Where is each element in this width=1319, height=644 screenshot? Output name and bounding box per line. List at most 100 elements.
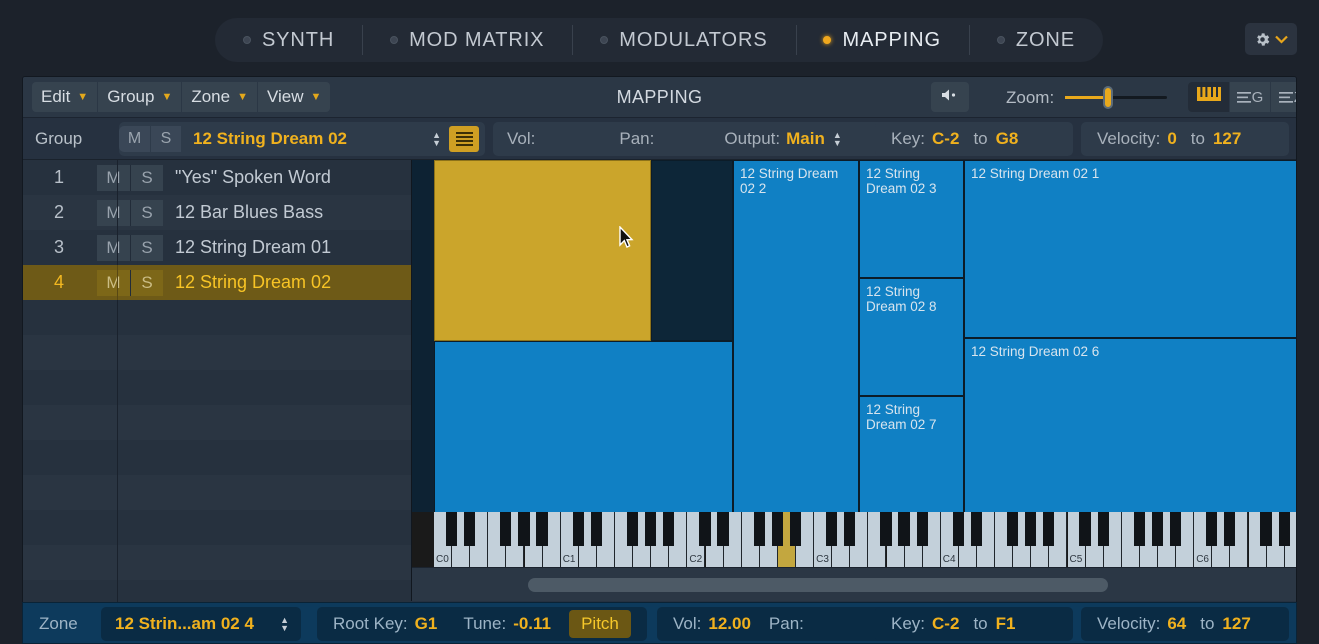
zone-name-field[interactable]: 12 Strin...am 02 4 ▲▼: [101, 607, 301, 641]
zone-rect[interactable]: 12 String Dream 02 8: [859, 278, 964, 396]
group-row-empty[interactable]: [23, 335, 411, 370]
group-mix-field[interactable]: Vol: Pan: Output: Main ▲▼: [493, 122, 889, 156]
group-velocity-range-field[interactable]: Velocity: 0 to 127: [1081, 122, 1289, 156]
group-row-empty[interactable]: [23, 300, 411, 335]
tab-mapping[interactable]: MAPPING: [796, 18, 969, 62]
group-list-view-button[interactable]: G: [1229, 82, 1270, 112]
piano-black-key[interactable]: [772, 512, 783, 546]
piano-black-key[interactable]: [717, 512, 728, 546]
piano-black-key[interactable]: [1279, 512, 1290, 546]
piano-black-key[interactable]: [898, 512, 909, 546]
piano-black-key[interactable]: [663, 512, 674, 546]
piano-black-key[interactable]: [573, 512, 584, 546]
group-row[interactable]: 1MS"Yes" Spoken Word: [23, 160, 411, 195]
piano-black-key[interactable]: [790, 512, 801, 546]
piano-black-key[interactable]: [1043, 512, 1054, 546]
piano-black-key[interactable]: [1134, 512, 1145, 546]
zone-rect[interactable]: 12 String Dream 02 1: [964, 160, 1296, 338]
zone-list-view-button[interactable]: Z: [1270, 82, 1297, 112]
group-row[interactable]: 3MS12 String Dream 01: [23, 230, 411, 265]
piano-black-key[interactable]: [536, 512, 547, 546]
piano-black-key[interactable]: [1098, 512, 1109, 546]
group-key-low[interactable]: C-2: [932, 129, 959, 149]
root-key-value[interactable]: G1: [415, 614, 438, 634]
group-row-empty[interactable]: [23, 475, 411, 510]
zone-rect[interactable]: 12 String Dream 02 6: [964, 338, 1296, 522]
piano-black-key[interactable]: [699, 512, 710, 546]
piano-black-key[interactable]: [1260, 512, 1271, 546]
group-velocity-low[interactable]: 0: [1167, 129, 1176, 149]
group-key-high[interactable]: G8: [996, 129, 1019, 149]
zone-rect[interactable]: 12 String Dream 02 7: [859, 396, 964, 522]
group-row-mute-button[interactable]: M: [97, 200, 130, 226]
zone-rect[interactable]: [434, 341, 733, 522]
piano-keyboard[interactable]: C0C1C2C3C4C5C6: [412, 512, 1296, 567]
group-row-empty[interactable]: [23, 440, 411, 475]
group-list-button[interactable]: [449, 126, 479, 152]
zone-velocity-low[interactable]: 64: [1167, 614, 1186, 634]
group-name-stepper[interactable]: ▲▼: [432, 131, 441, 147]
group-name-field[interactable]: M S 12 String Dream 02 ▲▼: [119, 122, 485, 156]
group-row-empty[interactable]: [23, 405, 411, 440]
horizontal-scrollbar[interactable]: [412, 567, 1296, 601]
piano-black-key[interactable]: [953, 512, 964, 546]
zone-rect[interactable]: 12 String Dream 02 2: [733, 160, 859, 522]
piano-black-key[interactable]: [518, 512, 529, 546]
group-solo-button[interactable]: S: [150, 126, 181, 152]
zone-velocity-high[interactable]: 127: [1222, 614, 1250, 634]
group-row-mute-button[interactable]: M: [97, 270, 130, 296]
group-row-solo-button[interactable]: S: [130, 165, 163, 191]
piano-black-key[interactable]: [1079, 512, 1090, 546]
piano-black-key[interactable]: [971, 512, 982, 546]
tune-value[interactable]: -0.11: [513, 614, 551, 634]
zone-rect[interactable]: 12 String Dream 02 3: [859, 160, 964, 278]
piano-black-key[interactable]: [591, 512, 602, 546]
group-row-mute-button[interactable]: M: [97, 235, 130, 261]
piano-black-key[interactable]: [1025, 512, 1036, 546]
piano-black-key[interactable]: [1007, 512, 1018, 546]
group-row[interactable]: 2MS12 Bar Blues Bass: [23, 195, 411, 230]
zone-vol-value[interactable]: 12.00: [708, 614, 751, 634]
tab-zone[interactable]: ZONE: [969, 18, 1103, 62]
zone-rect[interactable]: [651, 160, 733, 341]
piano-black-key[interactable]: [1224, 512, 1235, 546]
piano-black-key[interactable]: [627, 512, 638, 546]
zone-velocity-range-field[interactable]: Velocity: 64 to 127: [1081, 607, 1289, 641]
group-mute-button[interactable]: M: [119, 126, 150, 152]
piano-black-key[interactable]: [844, 512, 855, 546]
keyboard-view-button[interactable]: [1188, 82, 1229, 112]
group-row[interactable]: 4MS12 String Dream 02: [23, 265, 411, 300]
tab-mod-matrix[interactable]: MOD MATRIX: [362, 18, 572, 62]
zoom-slider[interactable]: [1065, 96, 1167, 99]
zone-key-range-field[interactable]: Key: C-2 to F1: [875, 607, 1073, 641]
zoom-slider-knob[interactable]: [1103, 86, 1113, 109]
zone-root-tune-field[interactable]: Root Key: G1 Tune: -0.11 Pitch: [317, 607, 647, 641]
piano-black-key[interactable]: [826, 512, 837, 546]
pitch-toggle-button[interactable]: Pitch: [569, 610, 631, 638]
piano-black-key[interactable]: [1206, 512, 1217, 546]
group-row-empty[interactable]: [23, 370, 411, 405]
tab-modulators[interactable]: MODULATORS: [572, 18, 795, 62]
group-row-empty[interactable]: [23, 545, 411, 580]
group-row-mute-button[interactable]: M: [97, 165, 130, 191]
piano-black-key[interactable]: [446, 512, 457, 546]
piano-black-key[interactable]: [1152, 512, 1163, 546]
zone-key-low[interactable]: C-2: [932, 614, 959, 634]
group-row-empty[interactable]: [23, 510, 411, 545]
tab-synth[interactable]: SYNTH: [215, 18, 362, 62]
zone-name-stepper[interactable]: ▲▼: [280, 616, 289, 632]
piano-black-key[interactable]: [645, 512, 656, 546]
group-row-solo-button[interactable]: S: [130, 270, 163, 296]
piano-black-key[interactable]: [754, 512, 765, 546]
piano-black-key[interactable]: [500, 512, 511, 546]
piano-black-key[interactable]: [1170, 512, 1181, 546]
scrollbar-thumb[interactable]: [528, 578, 1108, 592]
zone-mix-field[interactable]: Vol: 12.00 Pan:: [657, 607, 887, 641]
group-velocity-high[interactable]: 127: [1213, 129, 1241, 149]
settings-gear-button[interactable]: [1245, 23, 1297, 55]
zone-key-high[interactable]: F1: [996, 614, 1016, 634]
piano-black-key[interactable]: [464, 512, 475, 546]
group-output-stepper[interactable]: ▲▼: [833, 131, 842, 147]
audition-speaker-button[interactable]: [931, 82, 969, 112]
group-row-solo-button[interactable]: S: [130, 200, 163, 226]
